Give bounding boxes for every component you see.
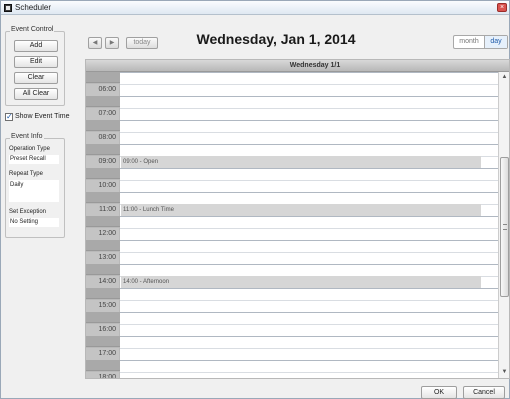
hour-gridline bbox=[120, 144, 498, 145]
time-slot-half bbox=[86, 360, 120, 371]
hour-gridline bbox=[120, 264, 498, 265]
hour-gridline bbox=[120, 72, 498, 73]
half-hour-gridline bbox=[120, 300, 498, 301]
hour-gridline bbox=[120, 216, 498, 217]
time-label: 13:00 bbox=[86, 252, 119, 264]
all-clear-button[interactable]: All Clear bbox=[14, 88, 58, 100]
hour-gridline bbox=[120, 96, 498, 97]
time-label: 12:00 bbox=[86, 228, 119, 240]
hour-gridline bbox=[120, 240, 498, 241]
prev-day-button[interactable]: ◀ bbox=[88, 37, 102, 49]
time-label: 16:00 bbox=[86, 324, 119, 336]
add-button[interactable]: Add bbox=[14, 40, 58, 52]
show-event-time-checkbox[interactable] bbox=[5, 112, 13, 121]
ok-button[interactable]: OK bbox=[421, 386, 457, 399]
scheduler-window: Scheduler × Event Control Add Edit Clear… bbox=[0, 0, 510, 399]
time-slot-half bbox=[86, 192, 120, 203]
hour-gridline bbox=[120, 360, 498, 361]
time-slot-half bbox=[86, 96, 120, 107]
half-hour-gridline bbox=[120, 108, 498, 109]
hour-gridline bbox=[120, 336, 498, 337]
scroll-thumb[interactable] bbox=[500, 157, 509, 297]
time-label: 17:00 bbox=[86, 348, 119, 360]
scroll-up-arrow[interactable]: ▲ bbox=[500, 73, 509, 82]
time-label: 06:00 bbox=[86, 84, 119, 96]
half-hour-gridline bbox=[120, 252, 498, 253]
hour-gridline bbox=[120, 312, 498, 313]
cancel-button[interactable]: Cancel bbox=[463, 386, 505, 399]
time-label: 18:00 bbox=[86, 372, 119, 378]
time-slot-half bbox=[86, 240, 120, 251]
hour-gridline bbox=[120, 288, 498, 289]
time-slot-half bbox=[86, 264, 120, 275]
calendar-event[interactable]: 14:00 - Afternoon bbox=[121, 276, 481, 288]
day-view-button[interactable]: day bbox=[484, 36, 507, 48]
time-slot-half bbox=[86, 216, 120, 227]
half-hour-gridline bbox=[120, 84, 498, 85]
operation-type-label: Operation Type bbox=[9, 146, 50, 152]
time-label: 14:00 bbox=[86, 276, 119, 288]
calendar-event[interactable]: 09:00 - Open bbox=[121, 156, 481, 168]
time-slot-half bbox=[86, 312, 120, 323]
header-corner bbox=[86, 60, 120, 72]
half-hour-gridline bbox=[120, 180, 498, 181]
edit-button[interactable]: Edit bbox=[14, 56, 58, 68]
app-icon bbox=[4, 4, 12, 12]
close-button[interactable]: × bbox=[497, 3, 507, 12]
half-hour-gridline bbox=[120, 324, 498, 325]
operation-type-value: Preset Recall bbox=[9, 155, 59, 164]
set-exception-label: Set Exception bbox=[9, 209, 47, 215]
window-title: Scheduler bbox=[15, 3, 52, 12]
time-slot-half bbox=[86, 336, 120, 347]
event-info-group: Event Info Operation Type Preset Recall … bbox=[5, 133, 65, 238]
time-slot-half bbox=[86, 168, 120, 179]
show-event-time-label: Show Event Time bbox=[15, 113, 70, 120]
event-control-title: Event Control bbox=[10, 26, 55, 33]
time-label: 08:00 bbox=[86, 132, 119, 144]
calendar-event[interactable]: 11:00 - Lunch Time bbox=[121, 204, 481, 216]
half-hour-gridline bbox=[120, 228, 498, 229]
hour-gridline bbox=[120, 120, 498, 121]
event-control-group: Event Control Add Edit Clear All Clear bbox=[5, 26, 65, 106]
hour-gridline bbox=[120, 192, 498, 193]
time-slot-half bbox=[86, 120, 120, 131]
day-header: Wednesday 1/1 bbox=[120, 60, 509, 72]
time-label: 10:00 bbox=[86, 180, 119, 192]
month-view-button[interactable]: month bbox=[454, 36, 484, 48]
time-label: 15:00 bbox=[86, 300, 119, 312]
time-slot-half bbox=[86, 72, 120, 83]
hour-gridline bbox=[120, 168, 498, 169]
scroll-grip-icon bbox=[503, 224, 507, 230]
repeat-type-value: Daily bbox=[9, 180, 59, 202]
time-label: 09:00 bbox=[86, 156, 119, 168]
time-label: 11:00 bbox=[86, 204, 119, 216]
half-hour-gridline bbox=[120, 348, 498, 349]
time-slot-half bbox=[86, 144, 120, 155]
next-day-button[interactable]: ▶ bbox=[105, 37, 119, 49]
clear-button[interactable]: Clear bbox=[14, 72, 58, 84]
set-exception-value: No Setting bbox=[9, 218, 59, 227]
half-hour-gridline bbox=[120, 372, 498, 373]
title-bar: Scheduler × bbox=[1, 1, 509, 15]
repeat-type-label: Repeat Type bbox=[9, 171, 43, 177]
day-calendar: Wednesday 1/1 06:00 07:00 08:00 09:00 10:00 1… bbox=[85, 59, 510, 379]
time-slot-half bbox=[86, 288, 120, 299]
time-label: 07:00 bbox=[86, 108, 119, 120]
time-column: 06:00 07:00 08:00 09:00 10:00 11:00 12:00 13:00… bbox=[86, 72, 120, 378]
half-hour-gridline bbox=[120, 132, 498, 133]
view-toggle: month day bbox=[453, 35, 508, 49]
today-button[interactable]: today bbox=[126, 37, 158, 49]
vertical-scrollbar[interactable]: ▲ ▼ bbox=[498, 72, 509, 378]
scroll-down-arrow[interactable]: ▼ bbox=[500, 368, 509, 377]
event-info-title: Event Info bbox=[10, 133, 44, 140]
date-heading: Wednesday, Jan 1, 2014 bbox=[196, 31, 356, 47]
